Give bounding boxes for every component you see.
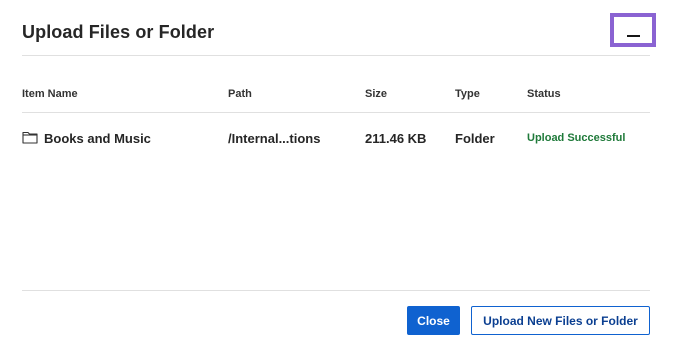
column-header-status: Status [527, 88, 561, 100]
title-divider [22, 55, 650, 56]
dialog-title: Upload Files or Folder [22, 22, 215, 42]
column-header-item-name: Item Name [22, 88, 78, 100]
column-header-size: Size [365, 88, 388, 100]
item-path: /Internal...tions [228, 131, 321, 146]
minimize-button[interactable] [610, 13, 656, 47]
item-type: Folder [455, 131, 495, 146]
item-name: Books and Music [44, 131, 151, 146]
minus-icon [627, 35, 640, 37]
header-divider [22, 112, 650, 113]
column-header-type: Type [455, 88, 480, 100]
upload-new-button[interactable]: Upload New Files or Folder [471, 306, 650, 335]
column-header-path: Path [228, 88, 252, 100]
upload-dialog: Upload Files or Folder Item Name Path Si… [0, 0, 684, 347]
footer-divider [22, 290, 650, 291]
close-button[interactable]: Close [407, 306, 460, 335]
status-badge: Upload Successful [527, 132, 626, 144]
folder-icon [22, 131, 38, 144]
item-size: 211.46 KB [365, 131, 427, 146]
